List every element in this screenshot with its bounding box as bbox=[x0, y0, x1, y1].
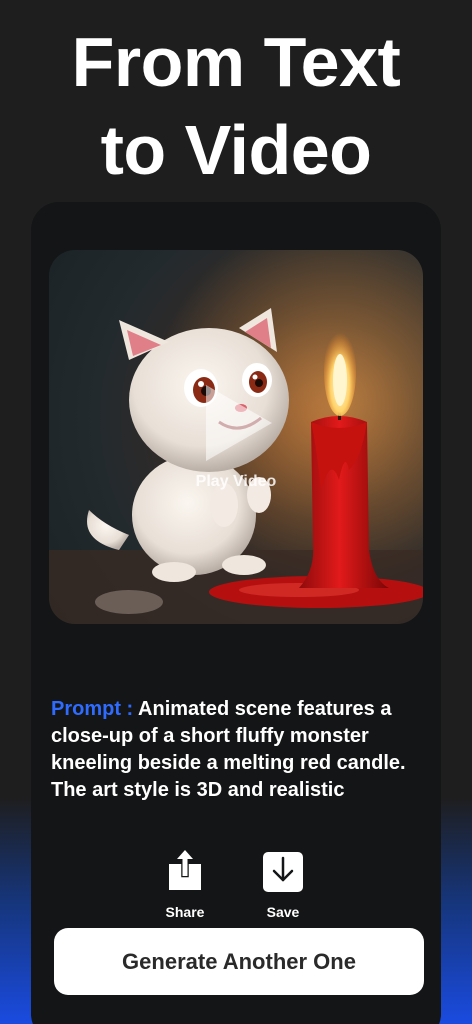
share-icon bbox=[169, 848, 201, 890]
share-label: Share bbox=[165, 904, 205, 920]
video-preview[interactable]: Play Video bbox=[49, 250, 423, 624]
save-label: Save bbox=[266, 904, 300, 920]
prompt-label: Prompt : bbox=[51, 698, 134, 720]
play-icon[interactable] bbox=[206, 385, 272, 461]
save-button[interactable]: Save bbox=[248, 848, 318, 920]
play-video-label[interactable]: Play Video bbox=[49, 473, 423, 491]
play-overlay[interactable]: Play Video bbox=[49, 250, 423, 624]
hero-title: From Text to Video bbox=[0, 18, 472, 194]
save-icon bbox=[263, 852, 303, 892]
prompt-text-block: Prompt : Animated scene features a close… bbox=[51, 696, 436, 804]
hero-title-line1: From Text bbox=[71, 23, 401, 101]
action-bar: Share Save bbox=[31, 848, 441, 923]
share-button[interactable]: Share bbox=[150, 848, 220, 920]
generate-another-button[interactable]: Generate Another One bbox=[54, 928, 424, 995]
hero-title-line2: to Video bbox=[100, 111, 372, 189]
result-card: Play Video Prompt : Animated scene featu… bbox=[31, 202, 441, 1024]
